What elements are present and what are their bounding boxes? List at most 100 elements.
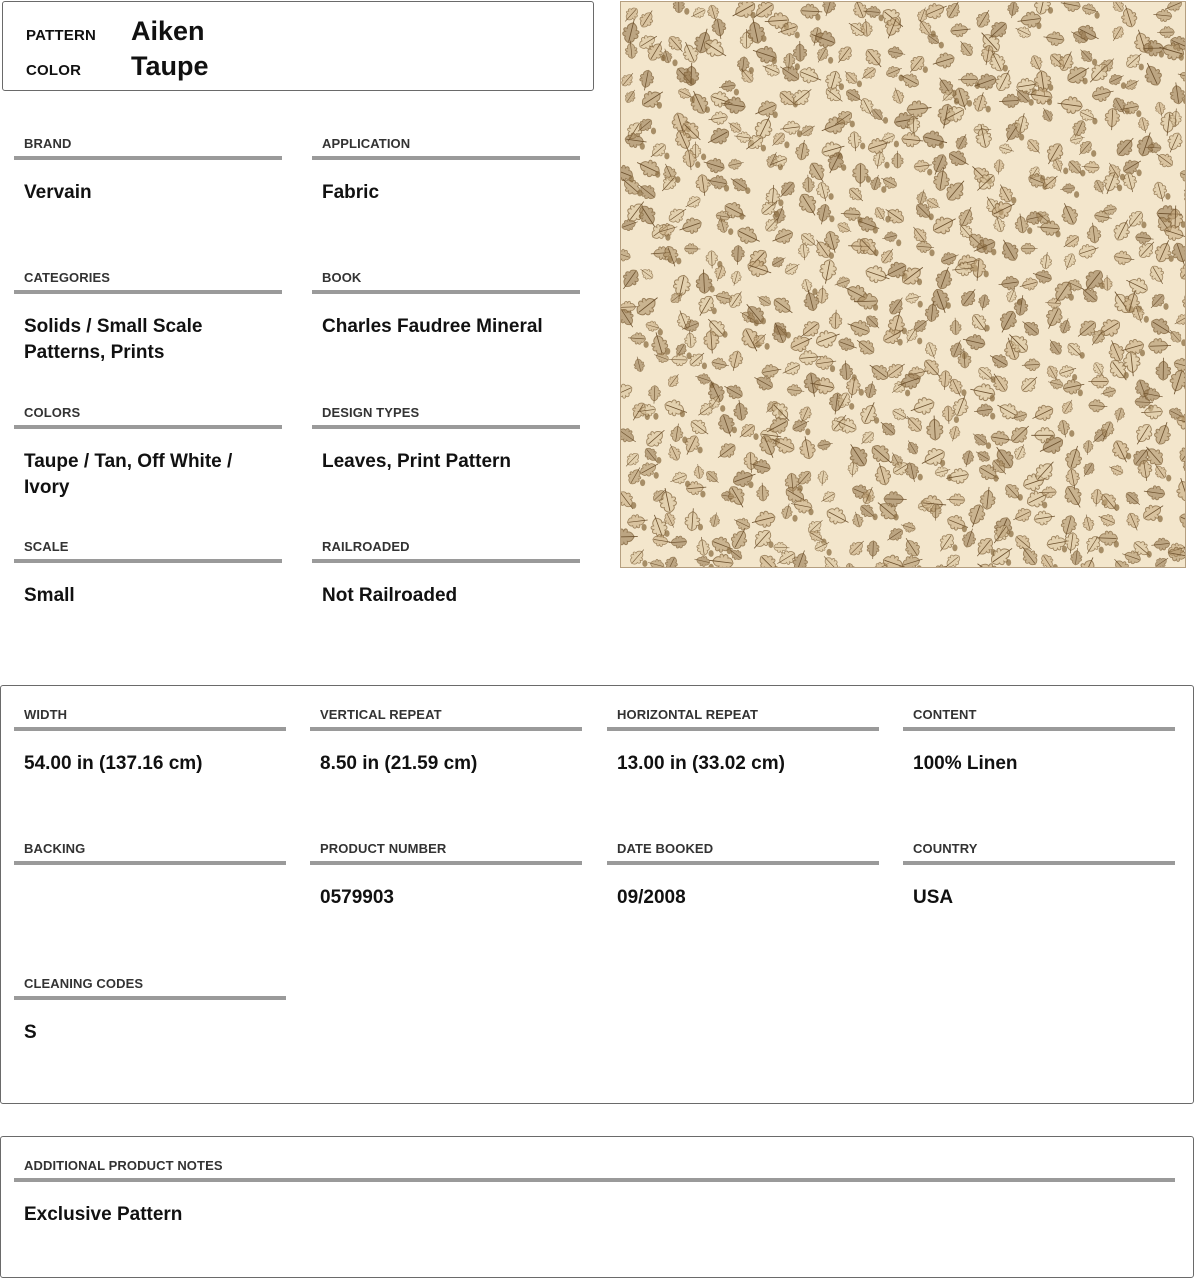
country-label: COUNTRY — [913, 841, 978, 856]
divider — [14, 1178, 1175, 1182]
acorn-motif — [1061, 545, 1068, 553]
vertical-repeat-value: 8.50 in (21.59 cm) — [320, 753, 478, 774]
acorn-motif — [922, 66, 928, 73]
acorn-motif — [1069, 430, 1075, 437]
divider — [14, 290, 282, 294]
acorn-motif — [650, 127, 657, 135]
date-booked-field: DATE BOOKED 09/2008 — [607, 839, 879, 911]
acorn-motif — [720, 405, 726, 412]
acorn-motif — [917, 300, 923, 308]
acorn-motif — [985, 105, 991, 113]
acorn-motif — [750, 11, 756, 19]
acorn-motif — [826, 548, 832, 556]
acorn-motif — [849, 120, 855, 128]
acorn-motif — [1141, 221, 1147, 229]
vertical-repeat-field: VERTICAL REPEAT 8.50 in (21.59 cm) — [310, 705, 582, 777]
acorn-motif — [985, 442, 992, 449]
pattern-row: PATTERN Aiken — [26, 16, 205, 47]
acorn-motif — [731, 426, 737, 434]
acorn-motif — [896, 239, 902, 247]
acorn-motif — [1002, 64, 1008, 72]
acorn-motif — [722, 331, 728, 338]
acorn-motif — [700, 490, 706, 498]
acorn-motif — [983, 270, 989, 278]
acorn-motif — [771, 57, 777, 65]
acorn-motif — [1094, 11, 1100, 19]
colors-value: Taupe / Tan, Off White / Ivory — [24, 451, 233, 498]
acorn-motif — [952, 544, 958, 552]
acorn-motif — [1117, 184, 1123, 192]
acorn-motif — [961, 525, 967, 533]
acorn-motif — [841, 164, 847, 171]
brand-value: Vervain — [24, 182, 92, 203]
categories-field: CATEGORIES Solids / Small Scale Patterns… — [14, 268, 282, 366]
acorn-motif — [1136, 169, 1142, 177]
design-types-label: DESIGN TYPES — [322, 405, 420, 420]
acorn-motif — [849, 403, 855, 410]
fabric-swatch-image — [611, 0, 1195, 582]
acorn-motif — [815, 13, 821, 21]
cleaning-codes-field: CLEANING CODES S — [14, 974, 286, 1046]
horizontal-repeat-field: HORIZONTAL REPEAT 13.00 in (33.02 cm) — [607, 705, 879, 777]
design-types-value: Leaves, Print Pattern — [322, 451, 512, 472]
acorn-motif — [1047, 6, 1054, 14]
acorn-motif — [655, 171, 661, 178]
notes-label: ADDITIONAL PRODUCT NOTES — [24, 1158, 223, 1173]
cleaning-codes-label: CLEANING CODES — [24, 976, 144, 991]
acorn-motif — [739, 212, 745, 220]
acorn-motif — [991, 248, 997, 256]
divider — [903, 727, 1175, 731]
acorn-motif — [1166, 474, 1172, 482]
acorn-motif — [1092, 117, 1098, 125]
acorn-motif — [1139, 349, 1145, 357]
color-name: Taupe — [131, 51, 209, 81]
acorn-motif — [1036, 22, 1042, 30]
date-booked-label: DATE BOOKED — [617, 841, 714, 856]
acorn-motif — [929, 249, 935, 257]
scale-label: SCALE — [24, 539, 69, 554]
country-field: COUNTRY USA — [903, 839, 1175, 911]
acorn-motif — [1146, 550, 1152, 558]
acorn-motif — [1158, 50, 1164, 58]
acorn-motif — [764, 343, 770, 350]
color-label: COLOR — [26, 62, 82, 79]
book-label: BOOK — [322, 270, 362, 285]
acorn-motif — [901, 327, 907, 335]
acorn-motif — [829, 365, 836, 373]
acorn-motif — [1143, 315, 1149, 323]
acorn-motif — [916, 278, 923, 286]
pattern-label: PATTERN — [26, 27, 97, 44]
color-row: COLOR Taupe — [26, 51, 209, 82]
acorn-motif — [1079, 352, 1085, 359]
acorn-motif — [728, 228, 734, 236]
acorn-motif — [1168, 255, 1174, 262]
acorn-motif — [938, 41, 944, 49]
acorn-motif — [704, 106, 710, 113]
acorn-motif — [1011, 196, 1017, 204]
vertical-repeat-label: VERTICAL REPEAT — [320, 707, 442, 722]
acorn-motif — [858, 388, 864, 396]
acorn-motif — [938, 141, 944, 149]
acorn-motif — [808, 508, 814, 516]
divider — [310, 727, 582, 731]
book-field: BOOK Charles Faudree Mineral — [312, 268, 580, 340]
content-label: CONTENT — [913, 707, 977, 722]
acorn-motif — [1068, 293, 1074, 301]
railroaded-value: Not Railroaded — [322, 585, 458, 606]
acorn-motif — [872, 513, 878, 521]
acorn-motif — [761, 35, 767, 42]
content-field: CONTENT 100% Linen — [903, 705, 1175, 777]
acorn-motif — [1114, 504, 1120, 511]
width-label: WIDTH — [24, 707, 68, 722]
divider — [903, 861, 1175, 865]
acorn-motif — [664, 530, 670, 537]
acorn-motif — [768, 541, 774, 548]
scale-value: Small — [24, 585, 75, 606]
acorn-motif — [701, 153, 707, 161]
acorn-motif — [772, 111, 778, 119]
acorn-motif — [882, 117, 889, 124]
acorn-motif — [657, 328, 663, 336]
acorn-motif — [672, 59, 678, 67]
notes-value: Exclusive Pattern — [24, 1204, 183, 1225]
acorn-motif — [829, 215, 835, 223]
